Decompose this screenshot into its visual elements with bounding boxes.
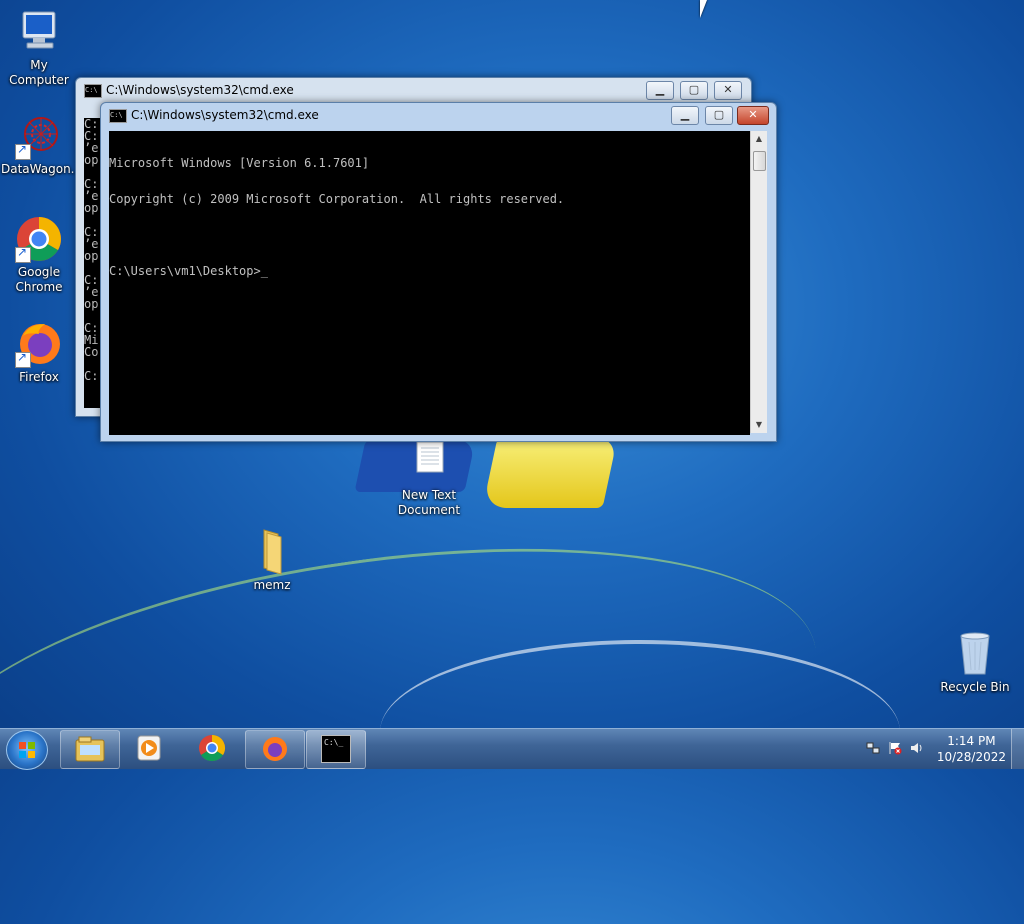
minimize-button[interactable]: ▁ (671, 106, 699, 125)
windows-flag-icon (19, 742, 35, 758)
desktop-icon-firefox[interactable]: Firefox (1, 320, 77, 385)
scroll-down-arrow-icon[interactable]: ▼ (751, 417, 767, 433)
start-button[interactable] (6, 730, 48, 770)
system-tray: 1:14 PM 10/28/2022 (854, 729, 1024, 769)
desktop-icon-label: DataWagon... (1, 162, 83, 176)
window-title: C:\Windows\system32\cmd.exe (106, 83, 294, 97)
taskbar-chrome-button[interactable] (183, 730, 241, 767)
taskbar-firefox-button[interactable] (245, 730, 305, 769)
desktop-icon-memz[interactable]: memz (234, 528, 310, 593)
clock-date: 10/28/2022 (936, 750, 1006, 764)
clock[interactable]: 1:14 PM 10/28/2022 (937, 733, 1006, 765)
taskbar: C:\_ 1:14 PM 10/28/2022 (0, 728, 1024, 770)
desktop-icon-label: Firefox (19, 370, 59, 384)
scroll-thumb[interactable] (753, 151, 766, 171)
close-button[interactable]: ✕ (737, 106, 769, 125)
computer-icon (15, 8, 63, 56)
desktop-icon-label: memz (253, 578, 291, 592)
mouse-cursor-icon (700, 0, 714, 18)
show-desktop-button[interactable] (1011, 729, 1024, 769)
media-player-icon (134, 734, 164, 762)
desktop-icon-google-chrome[interactable]: Google Chrome (1, 215, 77, 295)
cmd-window[interactable]: C:\ C:\Windows\system32\cmd.exe ▁ ▢ ✕ Mi… (100, 102, 777, 442)
desktop-icon-new-text-document[interactable]: New Text Document (391, 438, 467, 518)
chrome-icon (15, 215, 63, 263)
datawagon-icon (15, 112, 63, 160)
taskbar-cmd-button[interactable]: C:\_ (306, 730, 366, 769)
network-icon[interactable] (866, 741, 880, 755)
desktop-icon-label: New Text Document (397, 488, 461, 517)
window-title: C:\Windows\system32\cmd.exe (131, 108, 319, 122)
firefox-icon (15, 320, 63, 368)
close-button[interactable]: ✕ (714, 81, 742, 100)
desktop-icon-recycle-bin[interactable]: Recycle Bin (937, 630, 1013, 695)
clock-time: 1:14 PM (947, 734, 996, 748)
cmd-icon: C:\ (84, 84, 102, 98)
taskbar-media-player-button[interactable] (120, 730, 178, 767)
firefox-icon (260, 735, 290, 763)
explorer-folder-icon (75, 735, 105, 763)
text-document-icon (405, 438, 453, 486)
console-output[interactable]: Microsoft Windows [Version 6.1.7601] Cop… (109, 131, 750, 435)
maximize-button[interactable]: ▢ (705, 106, 733, 125)
cmd-icon: C:\_ (321, 735, 351, 763)
desktop-icon-datawagon[interactable]: DataWagon... (1, 112, 83, 177)
console-line: Microsoft Windows [Version 6.1.7601] (109, 156, 370, 170)
console-line: Copyright (c) 2009 Microsoft Corporation… (109, 192, 565, 206)
taskbar-explorer-button[interactable] (60, 730, 120, 769)
desktop-icon-my-computer[interactable]: My Computer (1, 8, 77, 88)
title-bar[interactable]: C:\ C:\Windows\system32\cmd.exe ▁ ▢ ✕ (76, 78, 751, 102)
desktop-icon-label: My Computer (9, 58, 69, 87)
action-center-flag-icon[interactable] (888, 741, 902, 755)
minimize-button[interactable]: ▁ (646, 81, 674, 100)
volume-icon[interactable] (910, 741, 924, 755)
chrome-icon (197, 734, 227, 762)
console-prompt: C:\Users\vm1\Desktop>_ (109, 264, 268, 278)
title-bar[interactable]: C:\ C:\Windows\system32\cmd.exe ▁ ▢ ✕ (101, 103, 776, 127)
recycle-bin-icon (951, 630, 999, 678)
desktop-icon-label: Recycle Bin (940, 680, 1010, 694)
cmd-icon-text: C:\_ (324, 738, 344, 747)
folder-icon (248, 528, 296, 576)
vertical-scrollbar[interactable]: ▲ ▼ (750, 131, 767, 433)
cmd-icon: C:\ (109, 109, 127, 123)
desktop-icon-label: Google Chrome (15, 265, 63, 294)
scroll-up-arrow-icon[interactable]: ▲ (751, 131, 767, 147)
maximize-button[interactable]: ▢ (680, 81, 708, 100)
